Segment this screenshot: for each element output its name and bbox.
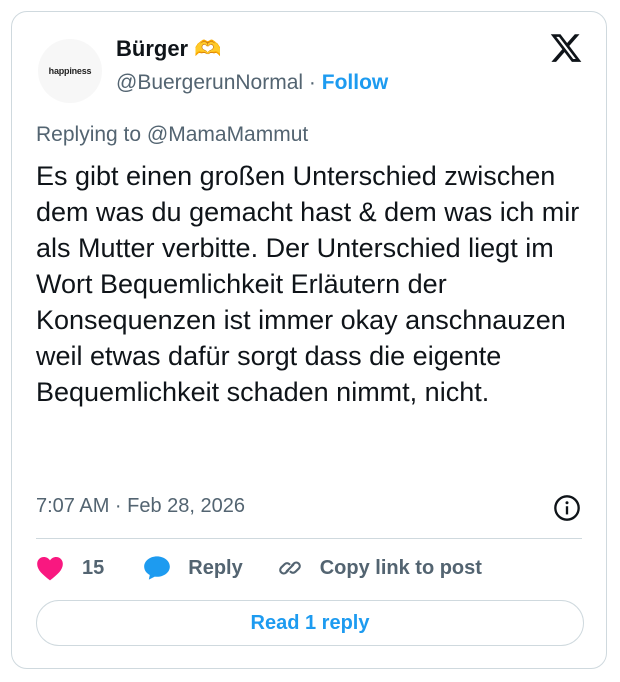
- post-text: Es gibt einen großen Unterschied zwische…: [36, 161, 580, 407]
- link-icon: [278, 561, 301, 575]
- author-handle-row: @BuergerunNormal · Follow: [116, 71, 388, 95]
- reply-label: Reply: [188, 556, 243, 579]
- author-name[interactable]: Bürger 🫶: [116, 36, 222, 62]
- follow-button[interactable]: Follow: [322, 71, 389, 94]
- divider: [36, 538, 582, 539]
- x-logo-icon[interactable]: [549, 31, 583, 65]
- reply-button[interactable]: Reply: [143, 555, 243, 581]
- like-count: 15: [82, 556, 105, 579]
- post-timestamp[interactable]: 7:07 AM · Feb 28, 2026: [36, 495, 245, 518]
- heart-icon: [37, 557, 63, 581]
- like-button[interactable]: 15: [36, 555, 104, 581]
- replying-prefix: Replying to: [36, 123, 142, 146]
- info-icon[interactable]: [553, 494, 581, 522]
- avatar-text: happiness: [48, 66, 92, 76]
- read-replies-button[interactable]: Read 1 reply: [36, 600, 584, 646]
- speech-bubble-icon: [144, 556, 171, 580]
- avatar[interactable]: happiness: [38, 39, 102, 103]
- replying-mention[interactable]: @MamaMammut: [147, 123, 308, 146]
- separator-dot: ·: [308, 71, 316, 94]
- replying-to: Replying to @MamaMammut: [36, 123, 308, 147]
- copy-link-button[interactable]: Copy link to post: [277, 555, 482, 581]
- action-bar: 15 Reply Copy link to post: [36, 553, 596, 583]
- post-card: happiness Bürger 🫶 @BuergerunNormal · Fo…: [11, 11, 607, 669]
- author-handle[interactable]: @BuergerunNormal: [116, 71, 303, 94]
- copy-link-label: Copy link to post: [319, 556, 482, 579]
